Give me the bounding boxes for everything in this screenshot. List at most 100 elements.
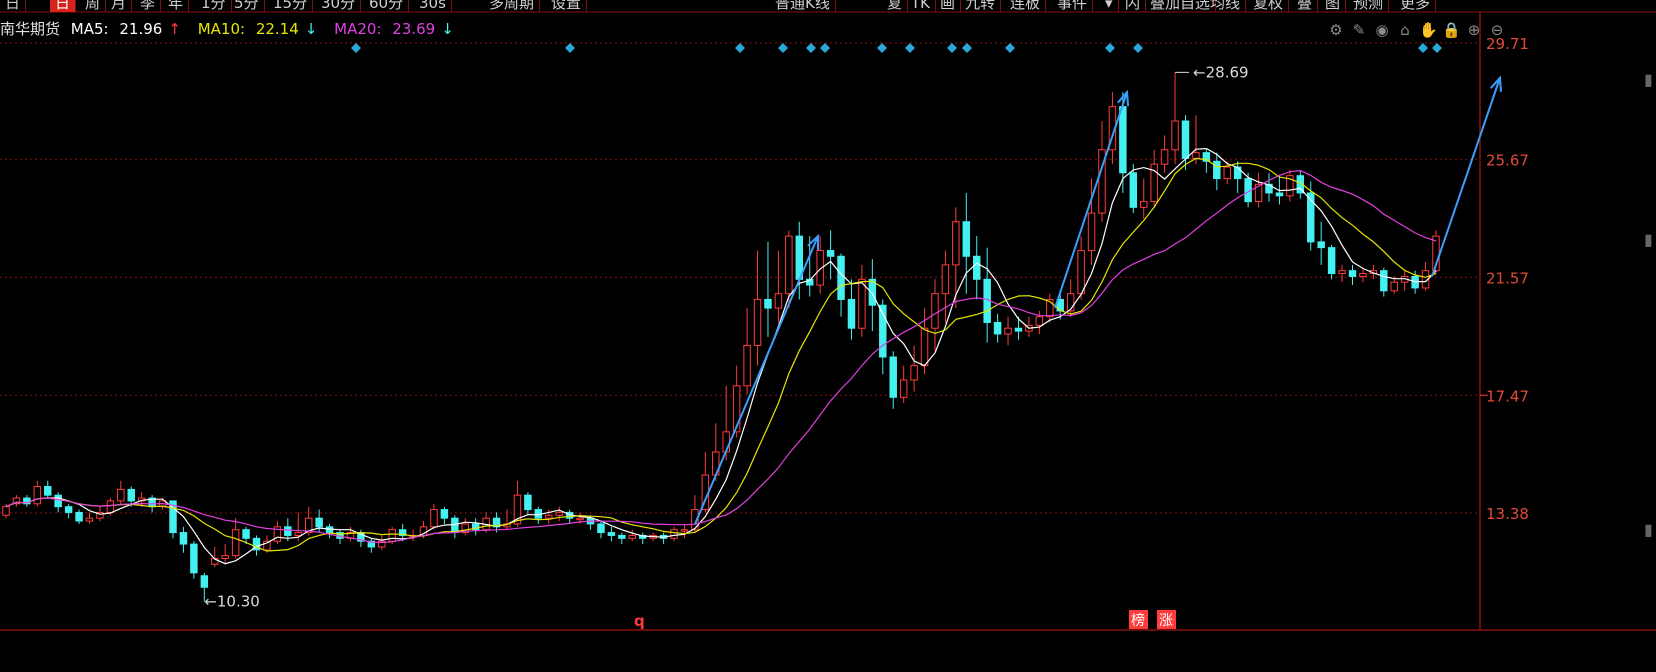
candle-body <box>1192 152 1200 159</box>
ma10-label: MA10: 22.14 ↓ <box>197 20 318 38</box>
period-tab-7[interactable]: 5分 <box>229 0 265 12</box>
candle-body <box>826 250 835 257</box>
candle-body <box>972 255 981 280</box>
candle-body <box>607 532 616 536</box>
period-tab-8[interactable]: 15分 <box>268 0 314 12</box>
candle-body <box>1233 166 1242 180</box>
candle-body <box>743 344 751 387</box>
candle-body <box>1035 316 1044 326</box>
hand-icon[interactable]: ✋ <box>1419 21 1438 39</box>
period-tab-13[interactable]: 设置 <box>546 0 588 12</box>
candle-body <box>1338 270 1346 275</box>
signal-marker <box>820 43 830 53</box>
period-tab-2[interactable]: 周 <box>80 0 107 12</box>
period-tab-12[interactable]: 多周期 <box>484 0 541 12</box>
period-tab-11[interactable]: 30s <box>414 0 452 12</box>
period-tab-3[interactable]: 月 <box>106 0 133 12</box>
candle-body <box>555 511 563 516</box>
toolbar-button-12[interactable]: 叠 <box>1292 0 1319 12</box>
lock-icon[interactable]: 🔒 <box>1442 21 1461 39</box>
candle-body <box>1087 212 1096 252</box>
instrument-name[interactable]: 南华期货 <box>0 20 60 38</box>
y-tick-label: 17.47 <box>1486 387 1529 405</box>
candle-body <box>2 506 10 516</box>
signal-marker <box>947 43 957 53</box>
candle-body <box>440 509 449 519</box>
period-tab-5[interactable]: 年 <box>163 0 190 12</box>
toolbar-button-8[interactable]: 闪 <box>1120 0 1147 12</box>
toolbar-button-11[interactable]: 复权 <box>1248 0 1290 12</box>
zoom-out-icon[interactable]: ⊖ <box>1488 21 1506 39</box>
candle-body <box>1014 327 1023 332</box>
ma20-line <box>5 169 1437 544</box>
signal-marker <box>1105 43 1115 53</box>
signal-marker <box>806 43 816 53</box>
bank-icon[interactable]: ⌂ <box>1396 21 1414 39</box>
right-panel-handle[interactable]: ▮ <box>1644 520 1656 540</box>
candle-body <box>1223 166 1231 180</box>
candle-body <box>920 327 929 367</box>
signal-marker <box>1432 43 1442 53</box>
pen-icon[interactable]: ✎ <box>1350 21 1368 39</box>
ma5-value: 21.96 <box>119 20 163 38</box>
toolbar-button-0[interactable]: 普通K线 <box>770 0 836 12</box>
ma5-line <box>5 147 1437 565</box>
candle-body <box>1140 201 1148 208</box>
ma5-label: MA5: 21.96 ↑ <box>70 20 181 38</box>
toolbar-button-14[interactable]: 预测 <box>1348 0 1390 12</box>
period-tab-10[interactable]: 60分 <box>364 0 410 12</box>
event-badge-text: 涨 <box>1159 613 1173 629</box>
low-price-label: ←10.30 <box>204 593 260 611</box>
candle-body <box>231 529 240 557</box>
period-tab-1[interactable]: 日 <box>50 0 77 12</box>
signal-marker <box>735 43 745 53</box>
toolbar-button-1[interactable]: 复 <box>882 0 909 12</box>
period-tab-4[interactable]: 季 <box>135 0 162 12</box>
candle-body <box>1348 270 1357 277</box>
candle-body <box>952 221 960 266</box>
toolbar-button-5[interactable]: 连板 <box>1005 0 1047 12</box>
toolbar-button-2[interactable]: TK <box>906 0 936 12</box>
candle-body <box>1390 281 1398 292</box>
chart-tools: ⚙ ✎ ◉ ⌂ ✋ 🔒 ⊕ ⊖ <box>1322 20 1506 42</box>
gear-icon[interactable]: ⚙ <box>1327 21 1345 39</box>
candle-body <box>64 506 73 513</box>
period-toolbar: 日日周月季年 1分 5分 15分 30分 60分 30s 多周期 设置 普通K线复 TK 画九转 连板事… <box>0 0 1656 14</box>
candle-body <box>931 293 939 329</box>
candle-body <box>1077 250 1085 295</box>
toolbar-button-6[interactable]: 事件 <box>1052 0 1094 12</box>
signal-marker <box>351 43 361 53</box>
candle-body <box>85 517 94 522</box>
toolbar-button-10[interactable]: 均线 <box>1205 0 1247 12</box>
candle-body <box>628 534 637 539</box>
event-marker-q: q <box>634 612 645 630</box>
period-tab-6[interactable]: 1分 <box>196 0 232 12</box>
toolbar-button-15[interactable]: 更多 <box>1395 0 1437 12</box>
signal-marker <box>565 43 575 53</box>
y-tick-label: 25.67 <box>1486 151 1529 169</box>
candle-body <box>179 532 188 545</box>
candle-body <box>33 486 42 505</box>
period-tab-9[interactable]: 30分 <box>316 0 362 12</box>
candlestick-chart[interactable]: 29.7125.6721.5717.4713.38←28.69←10.30q 榜涨 <box>0 0 1656 672</box>
toolbar-button-7[interactable]: ▾ <box>1100 0 1119 12</box>
ma10-arrow: ↓ <box>304 20 318 38</box>
toolbar-button-13[interactable]: 图 <box>1320 0 1347 12</box>
right-panel-handle[interactable]: ▮ <box>1644 230 1656 250</box>
trend-arrow <box>694 235 819 525</box>
candle-body <box>388 529 396 542</box>
candle-body <box>1171 120 1179 151</box>
signal-marker <box>1133 43 1143 53</box>
toolbar-button-4[interactable]: 九转 <box>960 0 1002 12</box>
high-price-label: ←28.69 <box>1193 63 1249 81</box>
toolbar-button-3[interactable]: 画 <box>935 0 962 12</box>
zoom-in-icon[interactable]: ⊕ <box>1465 21 1483 39</box>
right-panel-handle[interactable]: ▮ <box>1644 70 1656 90</box>
ma10-line <box>5 157 1437 552</box>
candle-body <box>190 543 198 574</box>
period-tab-0[interactable]: 日 <box>0 0 27 12</box>
eye-icon[interactable]: ◉ <box>1373 21 1391 39</box>
signal-marker <box>778 43 788 53</box>
candle-body <box>54 494 62 508</box>
candle-body <box>858 278 866 329</box>
